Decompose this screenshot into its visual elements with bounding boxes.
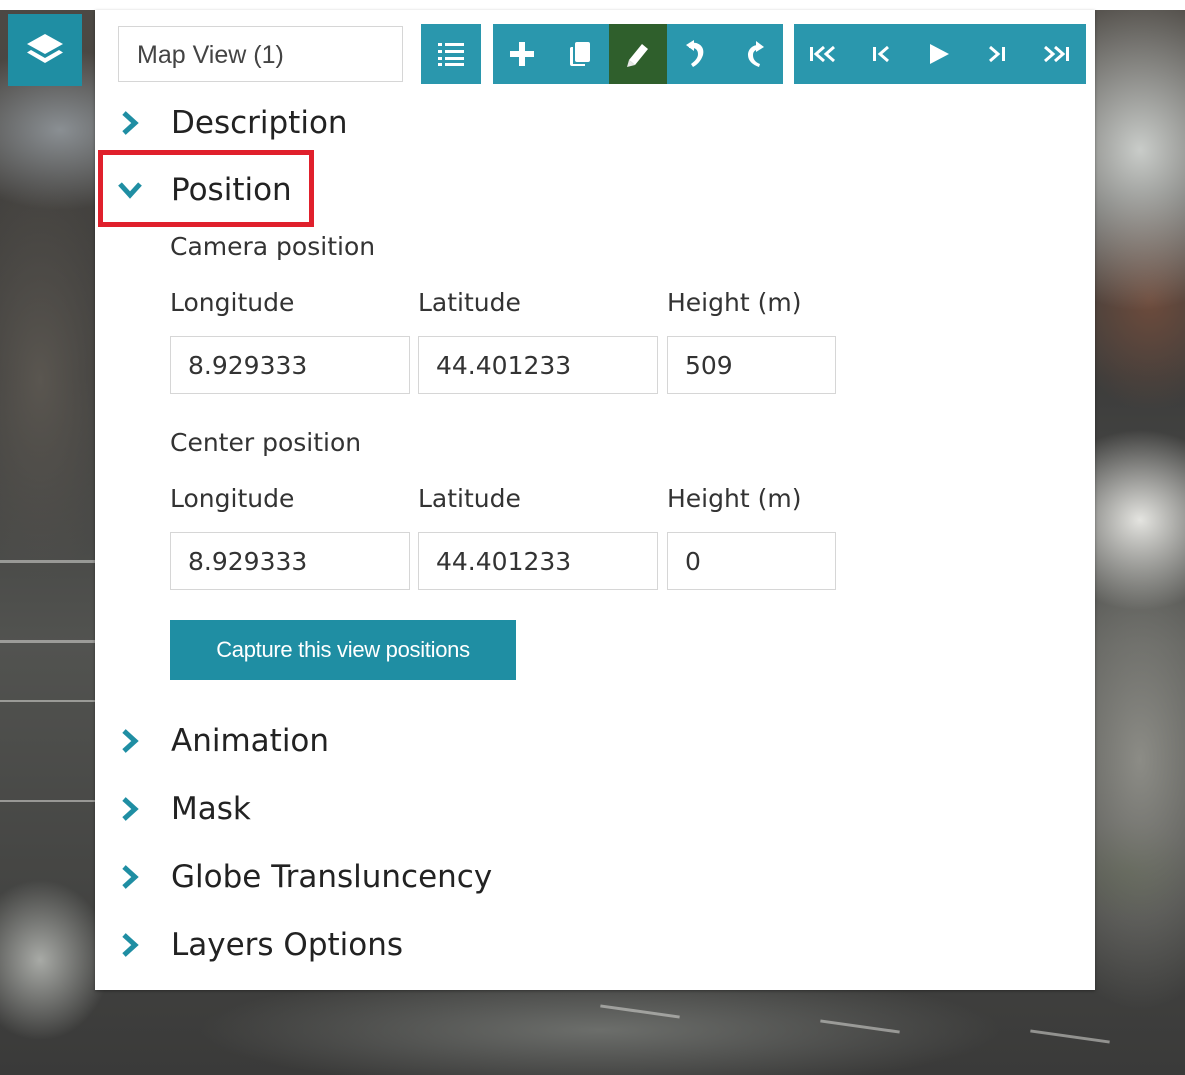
previous-view-button[interactable] [852, 24, 910, 84]
section-label: Mask [171, 791, 251, 827]
view-editor-panel: Map View (1) Description Position Camera… [95, 10, 1095, 990]
section-layers-options[interactable]: Layers Options [115, 920, 403, 970]
section-label: Layers Options [171, 927, 404, 963]
chevron-right-icon [115, 726, 145, 756]
last-icon [1044, 45, 1069, 63]
camera-latitude-label: Latitude [418, 288, 521, 317]
play-button[interactable] [910, 24, 968, 84]
layers-icon [27, 34, 63, 63]
camera-longitude-label: Longitude [170, 288, 295, 317]
section-label: Globe Transluncency [171, 859, 493, 895]
list-button[interactable] [421, 24, 481, 84]
center-longitude-label: Longitude [170, 484, 295, 513]
chevron-right-icon [115, 108, 145, 138]
list-toolbar [421, 24, 481, 84]
chevron-right-icon [115, 930, 145, 960]
chevron-right-icon [115, 862, 145, 892]
view-name-field[interactable]: Map View (1) [118, 26, 403, 82]
section-animation[interactable]: Animation [115, 716, 329, 766]
plus-icon [510, 42, 534, 66]
last-view-button[interactable] [1026, 24, 1086, 84]
layers-button[interactable] [8, 14, 82, 86]
road-marking [600, 1004, 680, 1019]
center-height-field[interactable]: 0 [667, 532, 836, 590]
road-marking [0, 700, 95, 702]
camera-position-heading: Camera position [170, 232, 376, 261]
road-marking [820, 1019, 900, 1034]
copy-view-button[interactable] [551, 24, 609, 84]
top-strip [0, 0, 1185, 10]
section-position[interactable]: Position [115, 165, 292, 215]
play-icon [930, 44, 949, 64]
chevron-right-icon [115, 794, 145, 824]
edit-view-button[interactable] [609, 24, 667, 84]
section-description[interactable]: Description [115, 98, 348, 148]
edit-toolbar [493, 24, 783, 84]
undo-icon [686, 40, 704, 67]
road-marking [1030, 1029, 1110, 1044]
undo-button[interactable] [667, 24, 725, 84]
list-icon [438, 43, 464, 66]
camera-height-field[interactable]: 509 [667, 336, 836, 394]
road-marking [0, 640, 95, 643]
section-label: Position [171, 172, 292, 208]
section-label: Description [171, 105, 348, 141]
section-mask[interactable]: Mask [115, 784, 251, 834]
camera-latitude-field[interactable]: 44.401233 [418, 336, 658, 394]
center-latitude-label: Latitude [418, 484, 521, 513]
center-height-label: Height (m) [667, 484, 802, 513]
section-globe-translucency[interactable]: Globe Transluncency [115, 852, 492, 902]
section-label: Animation [171, 723, 330, 759]
playback-toolbar [794, 24, 1086, 84]
next-view-button[interactable] [968, 24, 1026, 84]
camera-height-label: Height (m) [667, 288, 802, 317]
camera-longitude-field[interactable]: 8.929333 [170, 336, 410, 394]
first-view-button[interactable] [794, 24, 852, 84]
capture-positions-button[interactable]: Capture this view positions [170, 620, 516, 680]
redo-icon [748, 41, 764, 67]
center-latitude-field[interactable]: 44.401233 [418, 532, 658, 590]
road-marking [0, 560, 95, 563]
chevron-down-icon [115, 175, 145, 205]
redo-button[interactable] [725, 24, 783, 84]
edit-icon [627, 44, 648, 67]
previous-icon [873, 45, 889, 63]
road-marking [0, 800, 95, 802]
first-icon [810, 45, 835, 63]
center-longitude-field[interactable]: 8.929333 [170, 532, 410, 590]
add-view-button[interactable] [493, 24, 551, 84]
center-position-heading: Center position [170, 428, 362, 457]
next-icon [989, 45, 1005, 63]
copy-icon [570, 42, 590, 66]
